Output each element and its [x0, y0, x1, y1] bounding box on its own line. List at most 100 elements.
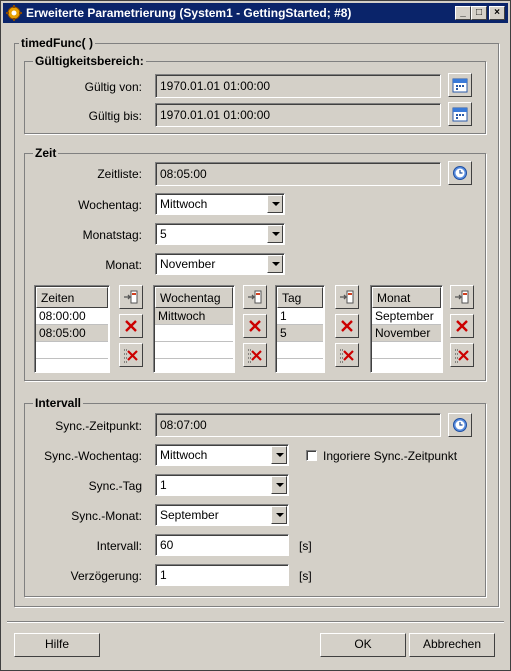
- minimize-button[interactable]: _: [455, 6, 471, 20]
- add-entry-icon: [340, 290, 354, 304]
- sync-time-clock-button[interactable]: [448, 413, 472, 437]
- times-add-button[interactable]: [119, 285, 143, 309]
- weekday-list-header: Wochentag: [155, 287, 233, 308]
- sync-time-label: Sync.-Zeitpunkt:: [55, 419, 142, 433]
- day-delete-button[interactable]: [335, 314, 359, 338]
- valid-from-calendar-button[interactable]: [448, 73, 472, 97]
- list-item[interactable]: November: [372, 325, 441, 342]
- interval-label: Intervall:: [96, 539, 142, 553]
- list-item[interactable]: 08:05:00: [36, 325, 108, 342]
- month-select[interactable]: November: [155, 253, 285, 275]
- weekday-list[interactable]: Wochentag Mittwoch: [153, 285, 235, 373]
- list-item-empty[interactable]: [155, 342, 233, 359]
- times-list[interactable]: Zeiten 08:00:00 08:05:00: [34, 285, 110, 373]
- day-list-header: Tag: [277, 287, 323, 308]
- valid-from-field[interactable]: 1970.01.01 01:00:00: [155, 74, 441, 98]
- monthday-label: Monatstag:: [82, 228, 142, 242]
- delete-all-icon: [124, 349, 138, 363]
- valid-to-label: Gültig bis:: [88, 109, 142, 123]
- add-entry-icon: [248, 290, 262, 304]
- weekday-select[interactable]: Mittwoch: [155, 193, 285, 215]
- day-delete-all-button[interactable]: [335, 343, 359, 367]
- window-title: Erweiterte Parametrierung (System1 - Get…: [26, 6, 352, 20]
- delete-icon: [125, 320, 137, 332]
- sync-weekday-label: Sync.-Wochentag:: [44, 449, 142, 463]
- timelist-clock-button[interactable]: [448, 161, 472, 185]
- valid-to-field[interactable]: 1970.01.01 01:00:00: [155, 103, 441, 127]
- valid-from-label: Gültig von:: [84, 80, 142, 94]
- weekday-select-value: Mittwoch: [160, 197, 208, 211]
- list-item[interactable]: September: [372, 308, 441, 325]
- chevron-down-icon[interactable]: [271, 506, 287, 524]
- month-label: Monat:: [105, 258, 142, 272]
- calendar-icon: [452, 78, 468, 93]
- monthday-select[interactable]: 5: [155, 223, 285, 245]
- gear-app-icon: [6, 5, 22, 21]
- timelist-label: Zeitliste:: [97, 167, 142, 181]
- delete-icon: [249, 320, 261, 332]
- month-add-button[interactable]: [450, 285, 474, 309]
- close-button[interactable]: ×: [489, 6, 505, 20]
- calendar-icon: [452, 107, 468, 122]
- month-select-value: November: [160, 257, 216, 271]
- day-list[interactable]: Tag 1 5: [275, 285, 325, 373]
- list-item[interactable]: 1: [277, 308, 323, 325]
- month-list[interactable]: Monat September November: [370, 285, 443, 373]
- cancel-button[interactable]: Abbrechen: [409, 633, 495, 657]
- ok-button[interactable]: OK: [320, 633, 406, 657]
- list-item-empty[interactable]: [155, 325, 233, 342]
- list-item[interactable]: 08:00:00: [36, 308, 108, 325]
- times-delete-button[interactable]: [119, 314, 143, 338]
- footer-separator: [7, 621, 504, 623]
- add-entry-icon: [124, 290, 138, 304]
- month-delete-button[interactable]: [450, 314, 474, 338]
- list-item-empty[interactable]: [277, 342, 323, 359]
- interval-input[interactable]: 60: [155, 534, 289, 556]
- clock-icon: [453, 166, 467, 180]
- day-add-button[interactable]: [335, 285, 359, 309]
- valid-to-calendar-button[interactable]: [448, 102, 472, 126]
- help-button[interactable]: Hilfe: [14, 633, 100, 657]
- delay-input[interactable]: 1: [155, 564, 289, 586]
- month-list-header: Monat: [372, 287, 441, 308]
- clock-icon: [453, 418, 467, 432]
- sync-month-select-value: September: [160, 508, 219, 522]
- weekday-delete-all-button[interactable]: [243, 343, 267, 367]
- sync-day-label: Sync.-Tag: [88, 479, 142, 493]
- list-item-empty[interactable]: [36, 342, 108, 359]
- timelist-field[interactable]: 08:05:00: [155, 162, 441, 186]
- time-title: Zeit: [33, 146, 59, 160]
- add-entry-icon: [455, 290, 469, 304]
- times-list-header: Zeiten: [36, 287, 108, 308]
- ignore-sync-checkbox[interactable]: [306, 450, 317, 461]
- interval-unit: [s]: [299, 539, 312, 553]
- delay-unit: [s]: [299, 569, 312, 583]
- sync-month-select[interactable]: September: [155, 504, 289, 526]
- month-delete-all-button[interactable]: [450, 343, 474, 367]
- sync-time-field[interactable]: 08:07:00: [155, 413, 441, 437]
- sync-day-select-value: 1: [160, 478, 167, 492]
- list-item[interactable]: Mittwoch: [155, 308, 233, 325]
- sync-weekday-select[interactable]: Mittwoch: [155, 444, 289, 466]
- monthday-select-value: 5: [160, 227, 167, 241]
- ignore-sync-label[interactable]: Ingoriere Sync.-Zeitpunkt: [323, 449, 457, 463]
- chevron-down-icon[interactable]: [267, 195, 283, 213]
- sync-day-select[interactable]: 1: [155, 474, 289, 496]
- delete-icon: [341, 320, 353, 332]
- chevron-down-icon[interactable]: [267, 225, 283, 243]
- title-bar[interactable]: Erweiterte Parametrierung (System1 - Get…: [3, 3, 508, 23]
- weekday-add-button[interactable]: [243, 285, 267, 309]
- delay-label: Verzögerung:: [70, 569, 142, 583]
- maximize-button[interactable]: □: [471, 6, 487, 20]
- delete-all-icon: [340, 349, 354, 363]
- delete-all-icon: [248, 349, 262, 363]
- chevron-down-icon[interactable]: [271, 476, 287, 494]
- chevron-down-icon[interactable]: [267, 255, 283, 273]
- interval-title: Intervall: [33, 396, 84, 410]
- sync-month-label: Sync.-Monat:: [71, 509, 142, 523]
- list-item[interactable]: 5: [277, 325, 323, 342]
- weekday-delete-button[interactable]: [243, 314, 267, 338]
- chevron-down-icon[interactable]: [271, 446, 287, 464]
- list-item-empty[interactable]: [372, 342, 441, 359]
- times-delete-all-button[interactable]: [119, 343, 143, 367]
